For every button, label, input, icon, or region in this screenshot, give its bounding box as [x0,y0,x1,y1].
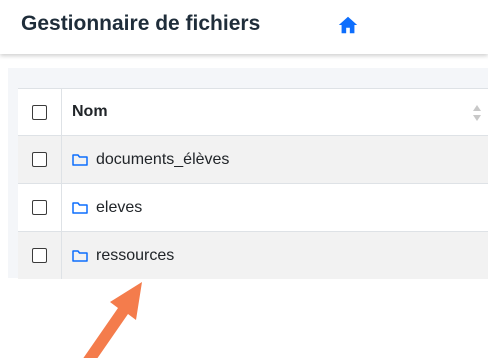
table-header-row: Nom [18,88,488,135]
column-header-label: Nom [72,103,108,120]
row-check-cell [18,184,62,231]
page-title: Gestionnaire de fichiers [21,12,261,35]
row-check-cell [18,232,62,279]
table-row[interactable]: eleves [18,183,488,231]
annotation-arrow-icon [83,282,142,358]
select-all-checkbox[interactable] [32,104,47,120]
folder-icon [72,202,88,214]
row-checkbox[interactable] [32,200,47,215]
folder-icon [72,250,88,262]
sort-icon[interactable] [472,104,482,122]
table-row[interactable]: documents_élèves [18,135,488,183]
file-name-link[interactable]: eleves [96,199,142,217]
row-checkbox[interactable] [32,152,47,167]
folder-icon [72,154,88,166]
home-icon[interactable] [337,14,359,36]
file-name-link[interactable]: ressources [96,247,174,265]
file-name-cell[interactable]: documents_élèves [62,136,488,183]
row-check-cell [18,136,62,183]
column-header-name[interactable]: Nom [62,89,488,135]
file-name-cell[interactable]: eleves [62,184,488,231]
row-checkbox[interactable] [32,248,47,263]
file-table: Nom documents_élèves eleves ressources [18,88,488,279]
select-all-cell [18,89,62,135]
file-name-link[interactable]: documents_élèves [96,151,229,169]
header-bar: Gestionnaire de fichiers [0,0,488,54]
